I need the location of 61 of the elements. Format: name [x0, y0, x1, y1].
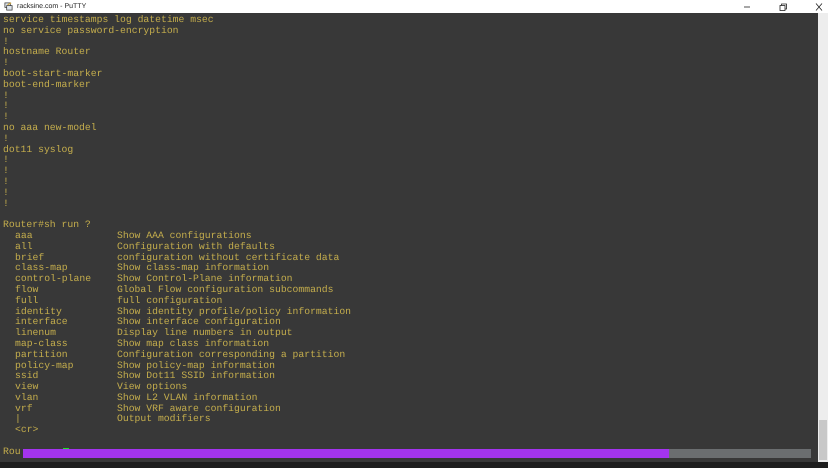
command-description: Show identity profile/policy information — [117, 306, 352, 317]
command-name: aaa — [14, 230, 34, 242]
command-name: interface — [14, 317, 69, 328]
command-name: ssid — [14, 371, 40, 382]
command-description: Configuration corresponding a partition — [117, 350, 346, 360]
terminal-line: ! — [3, 36, 9, 47]
prompt-text: Rou — [3, 446, 21, 458]
command-description: Show Control-Plane information — [117, 274, 293, 285]
command-name: full — [14, 296, 40, 307]
command-name: <cr> — [14, 425, 40, 436]
terminal-line: ! — [3, 112, 9, 123]
command-name: vrf — [14, 404, 34, 414]
terminal-line: ! — [3, 176, 9, 188]
command-name: all — [14, 242, 34, 253]
command-description: Global Flow configuration subcommands — [117, 284, 334, 296]
command-name: control-plane — [14, 274, 92, 285]
terminal-line: ! — [3, 101, 9, 112]
command-name: vlan — [14, 392, 40, 404]
command-name: brief — [14, 252, 46, 263]
command-description: Display line numbers in output — [117, 328, 293, 339]
command-name: class-map — [14, 263, 69, 274]
terminal-line: ! — [3, 198, 9, 210]
terminal-line: no service password-encryption — [3, 26, 179, 37]
command-description: Show AAA configurations — [117, 230, 252, 242]
command-description: full configuration — [117, 296, 222, 307]
command-name: policy-map — [14, 360, 75, 371]
terminal-line: ! — [3, 58, 9, 69]
terminal-app-icon — [4, 2, 13, 11]
scrollbar[interactable] — [818, 13, 828, 462]
terminal-line: dot11 syslog — [3, 144, 74, 156]
terminal-line: ! — [3, 166, 9, 177]
command-description: Show policy-map information — [117, 360, 275, 371]
command-name: flow — [14, 284, 40, 296]
command-name: identity — [14, 306, 63, 317]
command-description: Output modifiers — [117, 414, 211, 426]
terminal-line: hostname Router — [3, 47, 91, 58]
command-description: Show class-map information — [117, 263, 270, 274]
terminal-line: boot-start-marker — [3, 68, 102, 80]
command-description: Show VRF aware configuration — [117, 404, 281, 414]
terminal-line: no aaa new-model — [3, 122, 97, 134]
terminal-line: ! — [3, 188, 9, 199]
command-name: partition — [14, 350, 69, 360]
command-description: Configuration with defaults — [117, 242, 275, 253]
command-description: Show Dot11 SSID information — [117, 371, 275, 382]
command-description: View options — [117, 382, 188, 393]
command-description: configuration without certificate data — [117, 252, 340, 263]
terminal-line: service timestamps log datetime msec — [3, 15, 214, 26]
terminal-line: ! — [3, 90, 9, 102]
close-icon[interactable] — [814, 2, 824, 10]
command-name: view — [14, 382, 40, 393]
command-name: | — [14, 414, 22, 426]
restore-icon[interactable] — [778, 2, 788, 10]
command-description: Show map class information — [117, 338, 270, 350]
command-description: Show L2 VLAN information — [117, 392, 258, 404]
terminal-line: boot-end-marker — [3, 80, 91, 91]
command-name: linenum — [14, 328, 57, 339]
command-name: map-class — [14, 338, 69, 350]
command-description: Show interface configuration — [117, 317, 281, 328]
terminal-line: ! — [3, 155, 9, 166]
terminal-line: Router#sh run ? — [3, 220, 91, 231]
terminal-line: ! — [3, 134, 9, 145]
